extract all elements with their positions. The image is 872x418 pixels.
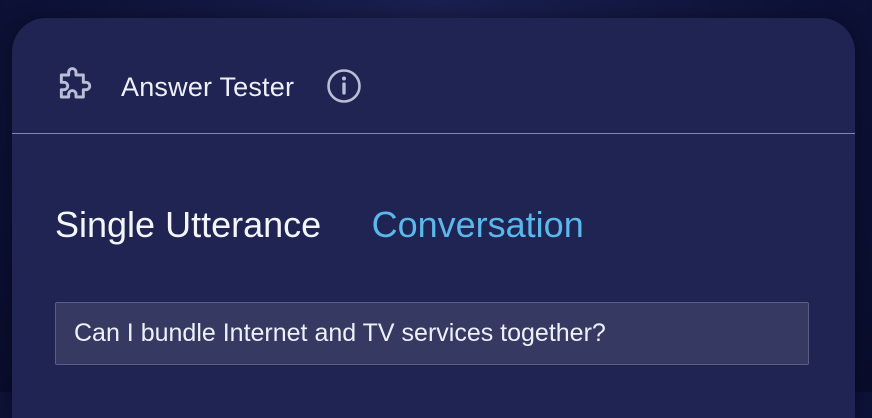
tab-single-utterance[interactable]: Single Utterance bbox=[55, 204, 321, 246]
mode-tabs: Single Utterance Conversation bbox=[55, 204, 630, 248]
info-icon[interactable] bbox=[326, 68, 362, 104]
utterance-input[interactable] bbox=[55, 302, 809, 365]
answer-tester-panel: Answer Tester Single Utterance Conversat… bbox=[12, 18, 855, 418]
panel-header: Answer Tester bbox=[12, 18, 855, 134]
puzzle-icon bbox=[59, 67, 92, 99]
page-title: Answer Tester bbox=[121, 72, 295, 102]
tab-conversation[interactable]: Conversation bbox=[372, 204, 584, 246]
